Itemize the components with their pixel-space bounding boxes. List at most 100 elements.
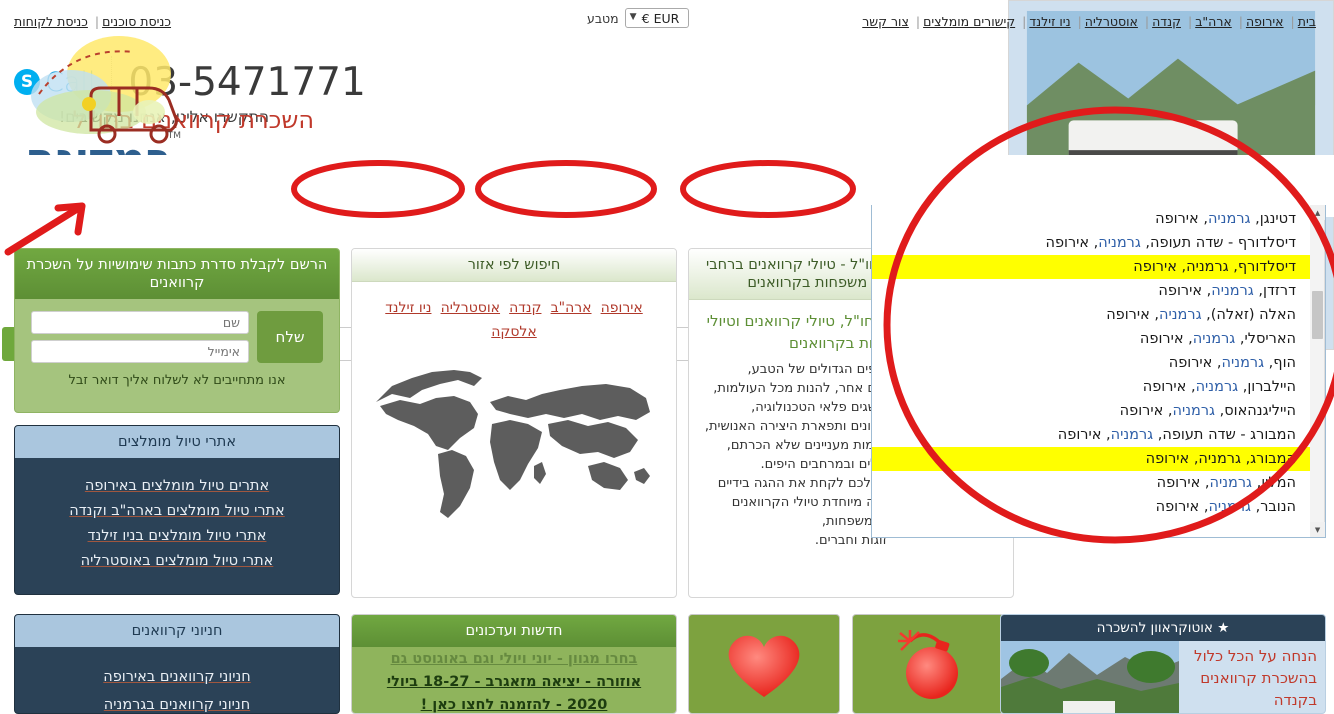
option-suffix: , אירופה [1156, 474, 1210, 491]
autocomplete-option[interactable]: המבורג, גרמניה, אירופה [872, 447, 1310, 471]
option-suffix: , אירופה [1045, 234, 1099, 251]
option-match: גרמניה [1110, 426, 1154, 443]
topnav-link-newzealand[interactable]: ניו זילנד [1029, 14, 1070, 29]
option-match: גרמניה [1172, 402, 1216, 419]
option-match: גרמניה [1098, 234, 1141, 251]
promo-line: בקנדה [1273, 691, 1317, 709]
currency-select[interactable]: ▼ EUR € [624, 8, 689, 28]
currency-selector-group: ▼ EUR € מטבע [587, 8, 689, 28]
campground-link-europe[interactable]: חניוני קרוואנים באירופה [25, 663, 329, 691]
scrollbar-thumb[interactable] [1312, 291, 1323, 339]
option-match: גרמניה [1221, 354, 1265, 371]
option-prefix: היילברון, [1238, 378, 1296, 395]
autocomplete-option[interactable]: דיסלדורף, גרמניה, אירופה [872, 255, 1310, 279]
option-prefix: דרזדן, [1253, 282, 1296, 299]
topnav-link-canada[interactable]: קנדה [1152, 14, 1181, 29]
region-link-australia[interactable]: אוסטרליה [441, 300, 500, 316]
top-nav-links: בית| אירופה| ארה"ב| קנדה| אוסטרליה| ניו … [862, 14, 1316, 29]
promo-title-bar: ★ אוטוקראוון להשכרה [1001, 615, 1325, 641]
option-match: גרמניה [1211, 282, 1254, 299]
recommended-site-link-usa-canada[interactable]: אתרי טיול מומלצים בארה"ב וקנדה [25, 499, 329, 524]
region-links: אירופה ארה"ב קנדה אוסטרליה ניו זילנד אלס… [366, 296, 662, 344]
option-suffix: , אירופה [1106, 306, 1160, 323]
recommended-site-link-europe[interactable]: אתרים טיול מומלצים באירופה [25, 474, 329, 499]
region-link-usa[interactable]: ארה"ב [551, 300, 592, 316]
heart-tile[interactable] [688, 614, 840, 714]
topnav-link-australia[interactable]: אוסטרליה [1085, 14, 1138, 29]
agent-login-link[interactable]: כניסת סוכנים [102, 14, 171, 29]
account-links: כניסת סוכנים| כניסת לקוחות [14, 14, 171, 29]
newsletter-name-input[interactable] [31, 311, 249, 334]
campground-link-germany[interactable]: חניוני קרוואנים בגרמניה [25, 691, 329, 713]
scroll-up-arrow[interactable]: ▲ [1310, 205, 1325, 220]
autocomplete-option[interactable]: דיסלדורף - שדה תעופה, גרמניה, אירופה [872, 231, 1310, 255]
customer-login-link[interactable]: כניסת לקוחות [14, 14, 88, 29]
nav-separator: | [1238, 14, 1243, 29]
news-item[interactable]: 2020 - להזמנה לחצו כאן ! [352, 694, 676, 713]
newsletter-send-button[interactable]: שלח [257, 311, 323, 363]
option-prefix: המבורג - שדה תעופה, [1153, 426, 1296, 443]
bomb-tile[interactable] [852, 614, 1004, 714]
autocomplete-option[interactable]: הייליגנהאוס, גרמניה, אירופה [872, 399, 1310, 423]
newsletter-note: אנו מתחייבים לא לשלוח אליך דואר זבל [68, 373, 286, 388]
recommended-sites-panel: אתרי טיול מומלצים אתרים טיול מומלצים באי… [14, 425, 340, 595]
site-header: Call 03-5471771 התקשרו אלינו, אנחנו מקשי… [0, 36, 1334, 191]
topnav-link-recommended[interactable]: קישורים מומלצים [923, 14, 1015, 29]
region-link-canada[interactable]: קנדה [509, 300, 541, 316]
region-link-alaska[interactable]: אלסקה [491, 324, 536, 340]
option-match: גרמניה [1195, 378, 1239, 395]
option-prefix: דטינגן, [1250, 210, 1296, 227]
destination-autocomplete-dropdown[interactable]: ▲ ▼ דטינגן, גרמניה, אירופה דיסלדורף - שדה… [871, 205, 1326, 538]
option-suffix: , אירופה [1142, 378, 1196, 395]
news-item[interactable]: בחרו מגוון - יוני ויולי וגם באוגוסט גם [352, 648, 676, 671]
news-item[interactable]: אוזורה - יציאה מזאגרב - 18-27 ביולי [352, 671, 676, 694]
news-title: חדשות ועדכונים [352, 615, 676, 647]
region-link-europe[interactable]: אירופה [601, 300, 643, 316]
nav-separator: | [1077, 14, 1082, 29]
autocomplete-option[interactable]: האריסלי, גרמניה, אירופה [872, 327, 1310, 351]
option-suffix: , אירופה [1168, 354, 1222, 371]
option-match: גרמניה [1192, 330, 1236, 347]
autocomplete-option[interactable]: הוף, גרמניה, אירופה [872, 351, 1310, 375]
autocomplete-option[interactable]: המבורג - שדה תעופה, גרמניה, אירופה [872, 423, 1310, 447]
topnav-link-home[interactable]: בית [1298, 14, 1316, 29]
recommended-site-link-australia[interactable]: אתרי טיול מומלצים באוסטרליה [25, 549, 329, 574]
svg-text:TM: TM [167, 131, 181, 141]
nav-separator: | [915, 14, 921, 29]
campgrounds-title: חניוני קרוואנים [15, 615, 339, 647]
scroll-down-arrow[interactable]: ▼ [1310, 522, 1325, 537]
recommended-site-link-newzealand[interactable]: אתרי טיול מומלצים בניו זילנד [25, 524, 329, 549]
autocomplete-option[interactable]: האלה (זאלה), גרמניה, אירופה [872, 303, 1310, 327]
top-utility-bar: בית| אירופה| ארה"ב| קנדה| אוסטרליה| ניו … [0, 0, 1334, 36]
autocomplete-option[interactable]: דרזדן, גרמניה, אירופה [872, 279, 1310, 303]
newsletter-email-input[interactable] [31, 340, 249, 363]
page-root: בית| אירופה| ארה"ב| קנדה| אוסטרליה| ניו … [0, 0, 1334, 714]
topnav-link-contact[interactable]: צור קשר [862, 14, 909, 29]
recommended-sites-links: אתרים טיול מומלצים באירופה אתרי טיול מומ… [15, 458, 339, 590]
option-prefix: דיסלדורף - שדה תעופה, [1140, 234, 1296, 251]
promo-panel: ★ אוטוקראוון להשכרה הנחה על הכל כלול בהש… [1000, 614, 1326, 714]
option-suffix: , אירופה [1057, 426, 1111, 443]
promo-line: הנחה על הכל כלול [1194, 647, 1317, 665]
campgrounds-links: חניוני קרוואנים באירופה חניוני קרוואנים … [15, 647, 339, 713]
chevron-down-icon: ▼ [629, 12, 637, 22]
autocomplete-option[interactable]: דטינגן, גרמניה, אירופה [872, 207, 1310, 231]
bomb-icon [898, 630, 958, 699]
promo-body[interactable]: הנחה על הכל כלול בהשכרת קרוואנים בקנדה [1001, 641, 1325, 713]
option-prefix: הנובר, [1250, 498, 1296, 515]
autocomplete-option[interactable]: היילברון, גרמניה, אירופה [872, 375, 1310, 399]
news-panel: חדשות ועדכונים בחרו מגוון - יוני ויולי ו… [351, 614, 677, 714]
star-icon: ★ [1217, 620, 1230, 636]
world-map-icon[interactable] [362, 354, 662, 554]
autocomplete-option[interactable]: הנובר, גרמניה, אירופה [872, 495, 1310, 519]
mountain-rv-photo [1001, 641, 1179, 713]
autocomplete-scrollbar[interactable]: ▲ ▼ [1310, 205, 1325, 537]
promo-title: אוטוקראוון להשכרה [1096, 620, 1213, 636]
option-suffix: , אירופה [1155, 210, 1208, 227]
autocomplete-option[interactable]: המלין, גרמניה, אירופה [872, 471, 1310, 495]
topnav-link-europe[interactable]: אירופה [1246, 14, 1284, 29]
region-link-newzealand[interactable]: ניו זילנד [385, 300, 431, 316]
topnav-link-usa[interactable]: ארה"ב [1195, 14, 1232, 29]
newsletter-title: הרשם לקבלת סדרת כתבות שימושיות על השכרת … [15, 249, 339, 299]
region-search-body: אירופה ארה"ב קנדה אוסטרליה ניו זילנד אלס… [352, 282, 676, 558]
